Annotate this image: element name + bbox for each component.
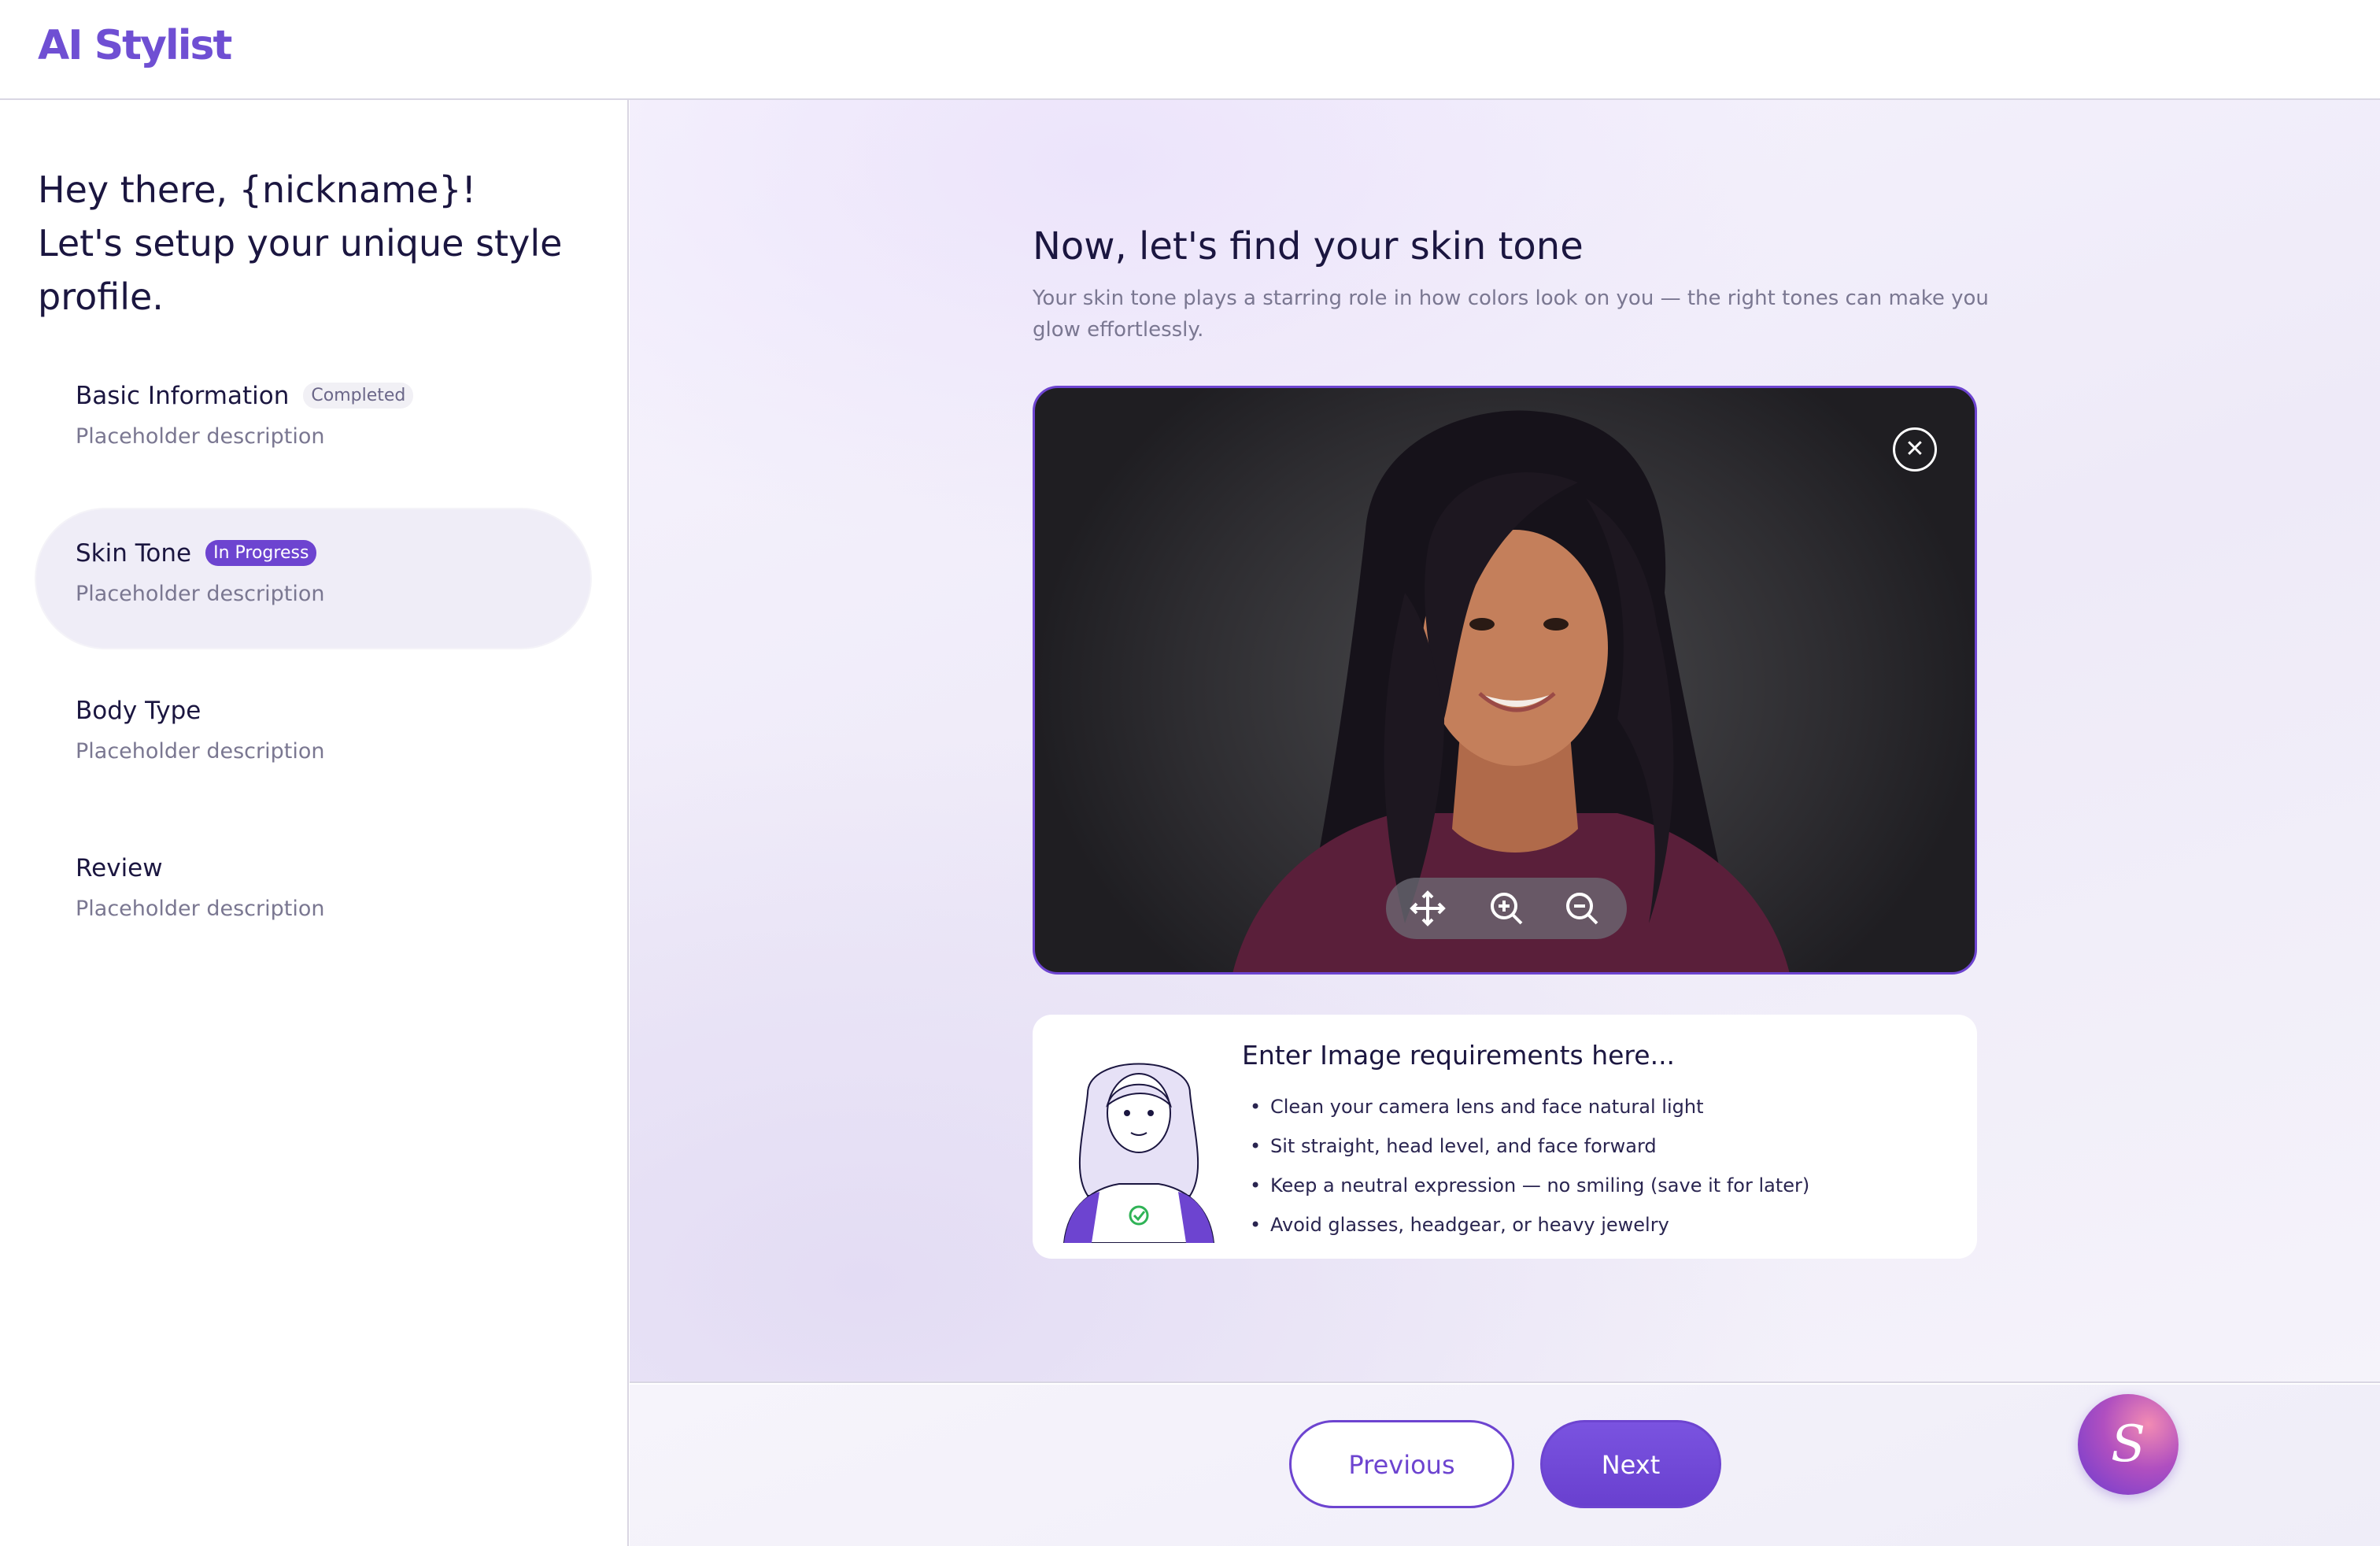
step-description: Placeholder description	[76, 739, 325, 764]
app-logo[interactable]: AI Stylist	[38, 22, 232, 69]
step-body-type[interactable]: Body Type Placeholder description	[36, 667, 590, 805]
step-description: Placeholder description	[76, 424, 325, 449]
photo-preview[interactable]: ✕	[1033, 386, 1977, 975]
step-title-text: Skin Tone	[76, 539, 192, 568]
step-description: Placeholder description	[76, 582, 325, 606]
status-badge-completed: Completed	[303, 383, 414, 409]
guide-illustration	[1062, 1063, 1215, 1243]
step-title: Skin Tone In Progress	[76, 539, 317, 568]
footer-nav: Previous Next S	[630, 1385, 2380, 1546]
image-requirements-card: Enter Image requirements here... Clean y…	[1033, 1015, 1977, 1259]
next-button[interactable]: Next	[1540, 1420, 1721, 1508]
step-title: Review	[76, 854, 163, 882]
list-item: Keep a neutral expression — no smiling (…	[1242, 1166, 1809, 1205]
requirements-list: Clean your camera lens and face natural …	[1242, 1087, 1809, 1245]
main-content: Now, let's find your skin tone Your skin…	[630, 100, 2380, 1383]
step-title: Body Type	[76, 697, 201, 725]
zoom-out-icon[interactable]	[1562, 889, 1602, 928]
list-item: Avoid glasses, headgear, or heavy jewelr…	[1242, 1205, 1809, 1245]
step-basic-information[interactable]: Basic Information Completed Placeholder d…	[36, 352, 590, 490]
page-title: Now, let's find your skin tone	[1033, 224, 1584, 268]
list-item: Clean your camera lens and face natural …	[1242, 1087, 1809, 1126]
requirements-title: Enter Image requirements here...	[1242, 1040, 1676, 1071]
zoom-in-icon[interactable]	[1487, 889, 1526, 928]
step-skin-tone[interactable]: Skin Tone In Progress Placeholder descrip…	[36, 509, 590, 648]
sidebar: Hey there, {nickname}! Let's setup your …	[0, 100, 629, 1546]
greeting-line-1: Hey there, {nickname}!	[38, 168, 476, 211]
greeting-heading: Hey there, {nickname}! Let's setup your …	[38, 163, 589, 324]
close-icon[interactable]: ✕	[1893, 427, 1937, 472]
previous-button[interactable]: Previous	[1289, 1420, 1514, 1508]
image-toolbar	[1386, 878, 1627, 939]
step-title: Basic Information Completed	[76, 382, 414, 410]
page-subtitle: Your skin tone plays a starring role in …	[1033, 287, 1989, 342]
step-title-text: Basic Information	[76, 382, 290, 410]
assistant-chat-button[interactable]: S	[2078, 1394, 2179, 1495]
status-badge-in-progress: In Progress	[205, 540, 317, 566]
step-review[interactable]: Review Placeholder description	[36, 824, 590, 963]
top-bar: AI Stylist	[0, 0, 2380, 100]
move-icon[interactable]	[1408, 889, 1447, 928]
list-item: Sit straight, head level, and face forwa…	[1242, 1126, 1809, 1166]
step-description: Placeholder description	[76, 897, 325, 921]
greeting-line-2: Let's setup your unique style profile.	[38, 222, 563, 318]
